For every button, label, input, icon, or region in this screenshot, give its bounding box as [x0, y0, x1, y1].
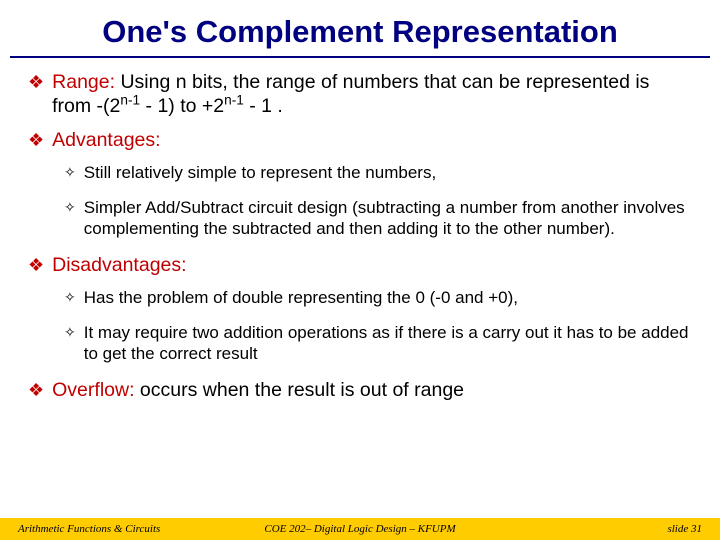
bullet-disadvantages: ❖ Disadvantages: [28, 253, 692, 277]
bullet-range: ❖ Range: Using n bits, the range of numb… [28, 70, 692, 118]
sub-bullet-text: It may require two addition operations a… [84, 322, 692, 364]
sub-bullet: ✧ It may require two addition operations… [64, 322, 692, 364]
slide-footer: Arithmetic Functions & Circuits COE 202–… [0, 518, 720, 540]
footer-center: COE 202– Digital Logic Design – KFUPM [264, 523, 455, 535]
bullet-advantages: ❖ Advantages: [28, 128, 692, 152]
footer-right: slide 31 [667, 523, 702, 535]
bullet-label: Advantages: [52, 128, 160, 152]
diamond-icon: ❖ [28, 378, 44, 402]
bullet-label: Disadvantages: [52, 253, 186, 277]
slide-content: ❖ Range: Using n bits, the range of numb… [0, 58, 720, 402]
diamond-outline-icon: ✧ [64, 162, 76, 183]
diamond-icon: ❖ [28, 253, 44, 277]
diamond-icon: ❖ [28, 128, 44, 152]
diamond-outline-icon: ✧ [64, 287, 76, 308]
sub-bullet: ✧ Simpler Add/Subtract circuit design (s… [64, 197, 692, 239]
sub-bullet: ✧ Has the problem of double representing… [64, 287, 692, 308]
bullet-text: Overflow: occurs when the result is out … [52, 378, 464, 402]
slide-title: One's Complement Representation [10, 0, 710, 58]
diamond-icon: ❖ [28, 70, 44, 94]
bullet-overflow: ❖ Overflow: occurs when the result is ou… [28, 378, 692, 402]
bullet-text: Range: Using n bits, the range of number… [52, 70, 692, 118]
sub-bullet-text: Has the problem of double representing t… [84, 287, 518, 308]
sub-bullet: ✧ Still relatively simple to represent t… [64, 162, 692, 183]
diamond-outline-icon: ✧ [64, 322, 76, 343]
footer-left: Arithmetic Functions & Circuits [18, 523, 160, 535]
sub-bullet-text: Simpler Add/Subtract circuit design (sub… [84, 197, 692, 239]
sub-bullet-text: Still relatively simple to represent the… [84, 162, 436, 183]
diamond-outline-icon: ✧ [64, 197, 76, 218]
